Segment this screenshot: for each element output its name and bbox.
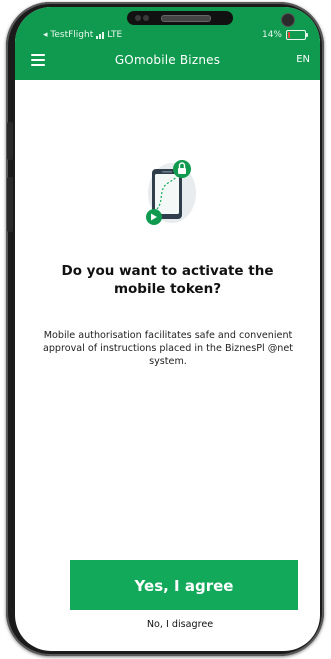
volume-button <box>7 122 13 160</box>
network-type: LTE <box>107 30 123 40</box>
volume-button <box>7 177 13 232</box>
battery-level <box>288 32 290 38</box>
speaker-grille <box>161 15 211 22</box>
app-screen: ◂ TestFlight LTE 14% GOmobile Biznes EN <box>15 7 320 651</box>
agree-button[interactable]: Yes, I agree <box>70 560 298 610</box>
page-title: Do you want to activate the mobile token… <box>61 263 274 297</box>
front-camera <box>281 13 295 27</box>
language-switch[interactable]: EN <box>296 54 310 65</box>
disagree-link[interactable]: No, I disagree <box>75 619 285 630</box>
signal-icon <box>96 31 105 39</box>
description-text: Mobile authorisation facilitates safe an… <box>42 330 294 367</box>
status-left: ◂ TestFlight LTE <box>43 30 122 40</box>
battery-percent: 14% <box>261 30 282 40</box>
battery-icon <box>286 30 308 40</box>
sensor-dot <box>135 15 141 21</box>
status-right: 14% <box>261 30 308 40</box>
camera-notch <box>127 11 295 27</box>
app-title: GOmobile Biznes <box>114 53 221 67</box>
phone-with-lock-icon <box>146 160 196 225</box>
app-bar: GOmobile Biznes EN <box>15 40 320 80</box>
back-to-app-link[interactable]: ◂ TestFlight <box>43 30 93 40</box>
sensor-dot <box>143 15 149 21</box>
phone-frame: ◂ TestFlight LTE 14% GOmobile Biznes EN <box>6 2 324 656</box>
